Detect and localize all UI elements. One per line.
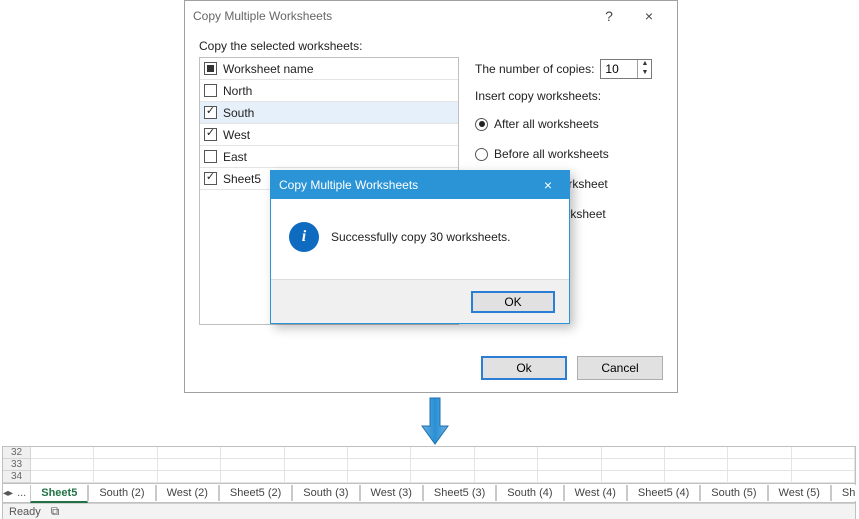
worksheet-row[interactable]: South [200, 102, 458, 124]
sheet-tab[interactable]: Sheet5 (2) [219, 485, 292, 501]
sheet-tab[interactable]: West (3) [360, 485, 423, 501]
messagebox-title: Copy Multiple Worksheets [279, 178, 418, 192]
sheet-tab[interactable]: South (2) [88, 485, 155, 501]
messagebox-titlebar: Copy Multiple Worksheets × [271, 171, 569, 199]
sheet-tab[interactable]: South (3) [292, 485, 359, 501]
worksheet-name: East [223, 150, 247, 164]
radio-icon[interactable] [475, 148, 488, 161]
worksheet-name: South [223, 106, 254, 120]
worksheet-name: Sheet5 [223, 172, 261, 186]
ok-button[interactable]: Ok [481, 356, 567, 380]
header-label: Worksheet name [223, 62, 314, 76]
dialog-title: Copy Multiple Worksheets [193, 9, 332, 23]
messagebox-text: Successfully copy 30 worksheets. [331, 230, 510, 244]
radio-icon[interactable] [475, 118, 488, 131]
worksheet-checkbox[interactable] [204, 150, 217, 163]
sheet-tab[interactable]: West (4) [564, 485, 627, 501]
sheet-tab[interactable]: Sh [831, 485, 859, 501]
sheet-tab[interactable]: Sheet5 (4) [627, 485, 700, 501]
cancel-button[interactable]: Cancel [577, 356, 663, 380]
info-icon: i [289, 222, 319, 252]
help-icon[interactable]: ? [589, 2, 629, 30]
row-header[interactable]: 32 [3, 447, 31, 459]
success-messagebox: Copy Multiple Worksheets × i Successfull… [270, 170, 570, 324]
sheet-tab-strip: ◂ ▸ ... Sheet5 South (2) West (2) Sheet5… [3, 483, 855, 503]
copies-input[interactable] [601, 60, 637, 78]
worksheet-checkbox[interactable] [204, 128, 217, 141]
sheet-tab[interactable]: Sheet5 (3) [423, 485, 496, 501]
spreadsheet-area: 32 33 34 ◂ ▸ ... Sheet5 South (2) West (… [2, 446, 856, 519]
worksheet-checkbox[interactable] [204, 106, 217, 119]
radio-after-all[interactable]: After all worksheets [475, 109, 655, 139]
grid-row: 33 [3, 459, 855, 471]
grid-row: 32 [3, 447, 855, 459]
radio-label: Before all worksheets [494, 147, 609, 161]
radio-label: After all worksheets [494, 117, 599, 131]
worksheet-name: North [223, 84, 252, 98]
close-icon[interactable]: × [629, 2, 669, 30]
worksheet-row[interactable]: East [200, 146, 458, 168]
status-text: Ready [9, 506, 41, 518]
sheet-tab[interactable]: South (5) [700, 485, 767, 501]
status-bar: Ready ⧉ [3, 503, 855, 519]
sheet-tab[interactable]: West (2) [156, 485, 219, 501]
spinner-up-icon[interactable]: ▲ [638, 60, 651, 69]
copies-spinner[interactable]: ▲ ▼ [600, 59, 652, 79]
close-icon[interactable]: × [535, 174, 561, 196]
spinner-arrows[interactable]: ▲ ▼ [637, 60, 651, 78]
worksheet-name: West [223, 128, 250, 142]
sheet-tab[interactable]: West (5) [768, 485, 831, 501]
grid-rows: 32 33 34 [3, 447, 855, 483]
row-header[interactable]: 33 [3, 459, 31, 471]
worksheet-checkbox[interactable] [204, 84, 217, 97]
grid-row: 34 [3, 471, 855, 483]
macro-record-icon[interactable]: ⧉ [51, 504, 60, 519]
tab-overflow-left[interactable]: ... [13, 487, 30, 499]
worksheet-checkbox[interactable] [204, 172, 217, 185]
spinner-down-icon[interactable]: ▼ [638, 69, 651, 78]
select-all-checkbox[interactable] [204, 62, 217, 75]
insert-label: Insert copy worksheets: [475, 89, 655, 103]
radio-before-all[interactable]: Before all worksheets [475, 139, 655, 169]
arrow-down-icon [420, 396, 450, 446]
messagebox-ok-button[interactable]: OK [471, 291, 555, 313]
copies-label: The number of copies: [475, 62, 594, 76]
sheet-tab[interactable]: Sheet5 [30, 485, 88, 503]
worksheet-list-header: Worksheet name [200, 58, 458, 80]
dialog-titlebar: Copy Multiple Worksheets ? × [185, 1, 677, 31]
row-header[interactable]: 34 [3, 471, 31, 483]
section-label: Copy the selected worksheets: [199, 39, 663, 53]
worksheet-row[interactable]: North [200, 80, 458, 102]
worksheet-row[interactable]: West [200, 124, 458, 146]
sheet-tab[interactable]: South (4) [496, 485, 563, 501]
